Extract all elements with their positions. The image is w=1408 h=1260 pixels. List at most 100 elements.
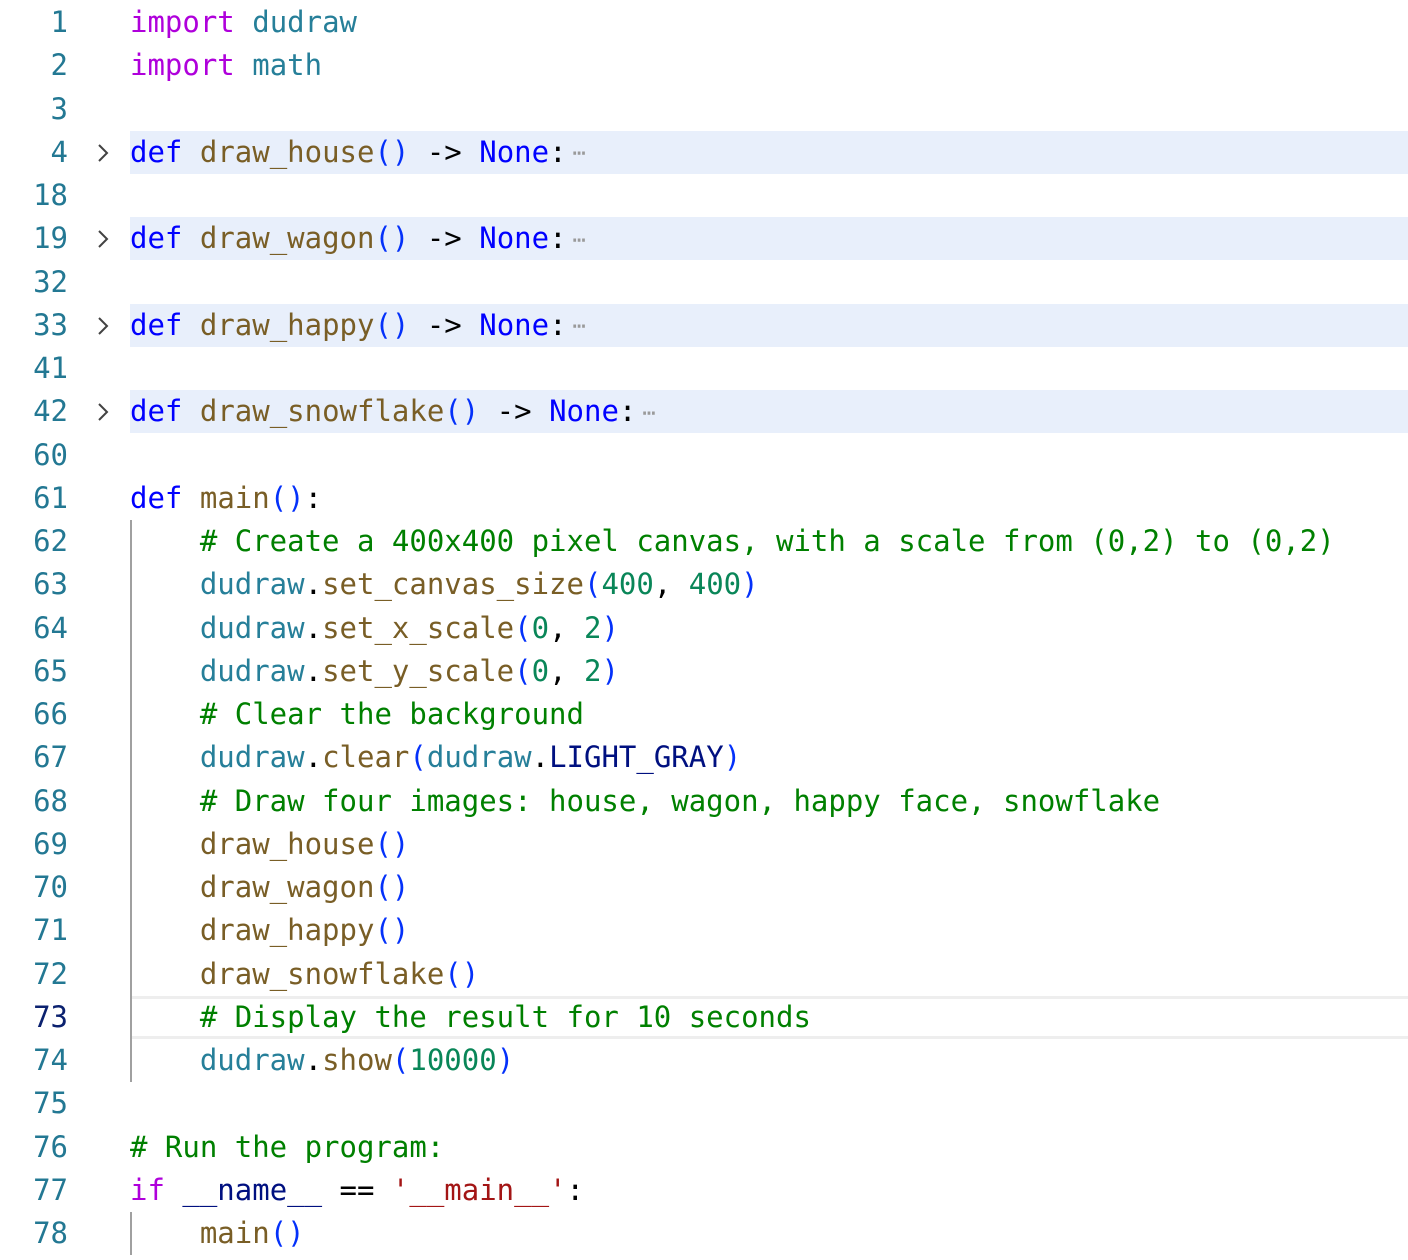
fold-ellipsis-icon[interactable]: ⋯ xyxy=(573,305,586,348)
fold-ellipsis-icon[interactable]: ⋯ xyxy=(573,132,586,175)
code-text[interactable]: draw_house() xyxy=(130,823,1408,866)
code-text[interactable]: dudraw.show(10000) xyxy=(130,1039,1408,1082)
code-line[interactable]: 70 draw_wagon() xyxy=(0,866,1408,909)
code-line[interactable]: 62 # Create a 400x400 pixel canvas, with… xyxy=(0,520,1408,563)
code-text[interactable]: dudraw.set_x_scale(0, 2) xyxy=(130,607,1408,650)
code-line[interactable]: 72 draw_snowflake() xyxy=(0,953,1408,996)
code-text[interactable] xyxy=(130,174,1408,217)
code-line[interactable]: 4 def draw_house() -> None: ⋯ xyxy=(0,130,1408,175)
code-token: . xyxy=(304,740,323,775)
code-token: 0 xyxy=(531,610,550,645)
code-text[interactable]: def draw_happy() -> None: ⋯ xyxy=(130,303,1408,348)
chevron-right-icon[interactable] xyxy=(92,142,114,164)
code-text[interactable]: draw_snowflake() xyxy=(130,953,1408,996)
code-text[interactable]: dudraw.clear(dudraw.LIGHT_GRAY) xyxy=(130,736,1408,779)
code-line[interactable]: 3 xyxy=(0,88,1408,131)
code-token: draw_wagon xyxy=(199,870,375,904)
code-token: dudraw xyxy=(199,610,305,645)
code-token: None xyxy=(549,394,619,429)
code-token: dudraw xyxy=(252,5,357,39)
code-token: ) xyxy=(496,1043,515,1077)
code-text[interactable]: # Display the result for 10 seconds xyxy=(130,995,1408,1039)
code-line[interactable]: 18 xyxy=(0,174,1408,217)
code-text[interactable]: def draw_snowflake() -> None: ⋯ xyxy=(130,390,1408,435)
code-text[interactable]: def main(): xyxy=(130,477,1408,520)
fold-ellipsis-icon[interactable]: ⋯ xyxy=(573,219,586,262)
code-token: ( xyxy=(583,567,602,602)
line-number: 69 xyxy=(33,826,68,861)
line-number: 18 xyxy=(33,178,68,212)
code-text[interactable] xyxy=(130,261,1408,304)
code-line[interactable]: 63 dudraw.set_canvas_size(400, 400) xyxy=(0,563,1408,606)
code-line[interactable]: 71 draw_happy() xyxy=(0,909,1408,952)
code-text[interactable]: import math xyxy=(130,44,1408,87)
line-number: 66 xyxy=(33,697,68,731)
code-token: () xyxy=(374,826,410,861)
code-line[interactable]: 76 # Run the program: xyxy=(0,1126,1408,1169)
code-line[interactable]: 68 # Draw four images: house, wagon, hap… xyxy=(0,780,1408,823)
code-text[interactable]: # Clear the background xyxy=(130,693,1408,736)
fold-ellipsis-icon[interactable]: ⋯ xyxy=(642,392,655,435)
code-text[interactable]: main() xyxy=(130,1212,1408,1255)
line-number: 65 xyxy=(33,653,68,688)
code-text[interactable]: # Run the program: xyxy=(130,1126,1408,1169)
code-text[interactable] xyxy=(130,1082,1408,1125)
code-text[interactable]: # Create a 400x400 pixel canvas, with a … xyxy=(130,520,1408,563)
code-line[interactable]: 61 def main(): xyxy=(0,477,1408,520)
code-token: ( xyxy=(409,740,427,775)
code-text[interactable]: import dudraw xyxy=(130,1,1408,44)
code-text[interactable]: draw_wagon() xyxy=(130,866,1408,909)
chevron-right-icon[interactable] xyxy=(92,401,114,423)
code-text[interactable]: # Draw four images: house, wagon, happy … xyxy=(130,780,1408,823)
code-token: '__main__' xyxy=(391,1172,567,1207)
code-text[interactable]: draw_happy() xyxy=(130,909,1408,952)
code-text[interactable]: if __name__ == '__main__': xyxy=(130,1169,1408,1212)
code-line[interactable]: 74 dudraw.show(10000) xyxy=(0,1039,1408,1082)
code-line[interactable]: 32 xyxy=(0,261,1408,304)
line-number: 63 xyxy=(33,567,68,602)
code-text[interactable]: dudraw.set_canvas_size(400, 400) xyxy=(130,563,1408,606)
code-token: def xyxy=(130,134,183,169)
code-line[interactable]: 19 def draw_wagon() -> None: ⋯ xyxy=(0,217,1408,262)
code-token: 10000 xyxy=(409,1043,497,1077)
code-token: dudraw xyxy=(199,740,305,775)
code-line[interactable]: 42 def draw_snowflake() -> None: ⋯ xyxy=(0,390,1408,435)
code-token: () xyxy=(374,307,410,342)
code-line[interactable]: 69 draw_house() xyxy=(0,823,1408,866)
code-token: set_x_scale xyxy=(322,610,515,645)
code-token: . xyxy=(304,567,323,602)
code-text[interactable]: dudraw.set_y_scale(0, 2) xyxy=(130,650,1408,693)
code-line[interactable]: 1 import dudraw xyxy=(0,1,1408,44)
code-line[interactable]: 67 dudraw.clear(dudraw.LIGHT_GRAY) xyxy=(0,736,1408,779)
code-line[interactable]: 64 dudraw.set_x_scale(0, 2) xyxy=(0,607,1408,650)
code-line[interactable]: 2 import math xyxy=(0,44,1408,87)
line-number: 70 xyxy=(33,870,68,904)
code-text[interactable] xyxy=(130,88,1408,131)
code-token: == xyxy=(322,1172,392,1207)
code-line[interactable]: 60 xyxy=(0,434,1408,477)
line-number: 1 xyxy=(50,5,68,39)
code-text[interactable]: def draw_wagon() -> None: ⋯ xyxy=(130,217,1408,262)
code-line[interactable]: 65 dudraw.set_y_scale(0, 2) xyxy=(0,650,1408,693)
code-token: # Draw four images: house, wagon, happy … xyxy=(199,783,1161,818)
code-text[interactable]: def draw_house() -> None: ⋯ xyxy=(130,130,1408,175)
code-line[interactable]: 75 xyxy=(0,1082,1408,1125)
code-text[interactable] xyxy=(130,434,1408,477)
code-editor[interactable]: 1 import dudraw 2 import math 3 4 def draw_hou… xyxy=(0,0,1408,1260)
chevron-right-icon[interactable] xyxy=(92,228,114,250)
code-token: ( xyxy=(391,1043,410,1077)
code-line[interactable]: 33 def draw_happy() -> None: ⋯ xyxy=(0,303,1408,348)
code-line[interactable]: 73 # Display the result for 10 seconds xyxy=(0,995,1408,1039)
code-line[interactable]: 66 # Clear the background xyxy=(0,693,1408,736)
code-line[interactable]: 78 main() xyxy=(0,1212,1408,1255)
chevron-right-icon[interactable] xyxy=(92,315,114,337)
code-text[interactable] xyxy=(130,347,1408,390)
code-line[interactable]: 77 if __name__ == '__main__': xyxy=(0,1169,1408,1212)
code-token: import xyxy=(130,48,235,83)
code-line[interactable]: 41 xyxy=(0,347,1408,390)
line-number: 68 xyxy=(33,783,68,818)
